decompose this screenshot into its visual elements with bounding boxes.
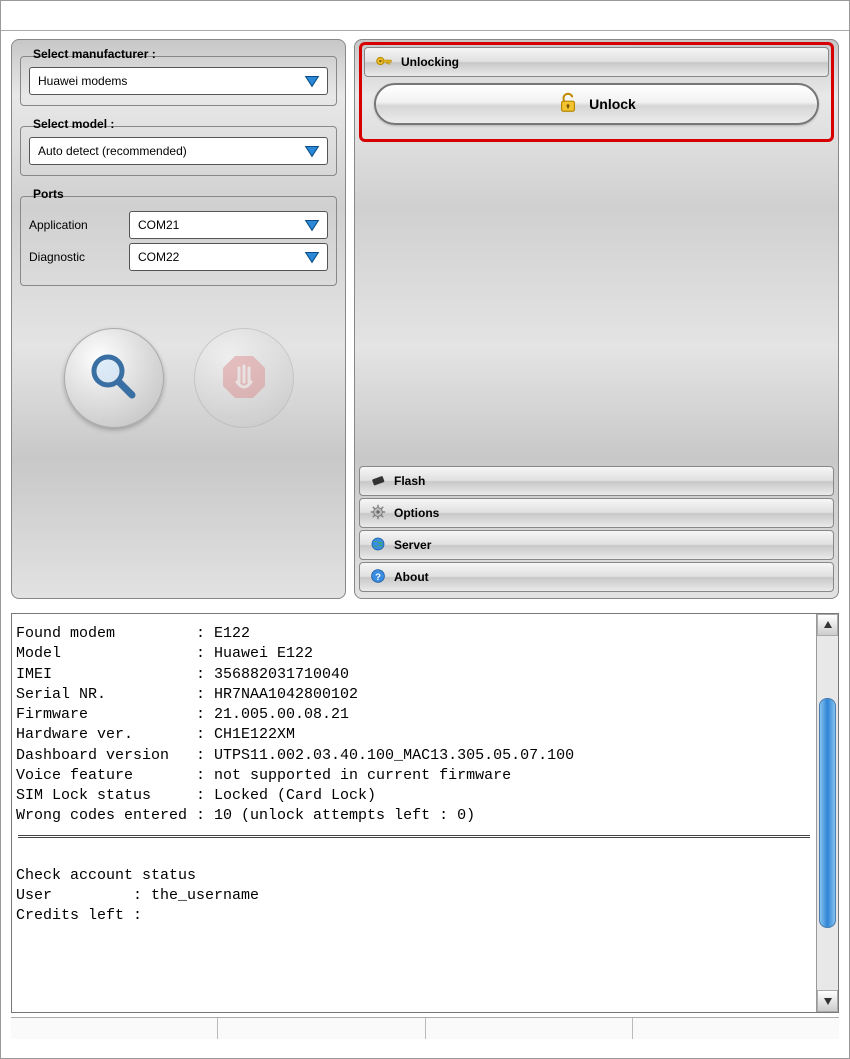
status-cell-2 <box>218 1018 425 1039</box>
status-cell-1 <box>11 1018 218 1039</box>
main-area: Select manufacturer : Huawei modems Sele… <box>1 31 849 607</box>
server-label: Server <box>394 538 431 552</box>
log-scrollbar[interactable] <box>816 614 838 1012</box>
question-icon: ? <box>370 568 386 587</box>
scroll-up-button[interactable] <box>817 614 838 636</box>
unlocking-body <box>359 142 834 460</box>
action-buttons <box>20 328 337 428</box>
flash-header[interactable]: Flash <box>359 466 834 496</box>
globe-icon <box>370 536 386 555</box>
options-header[interactable]: Options <box>359 498 834 528</box>
gear-icon <box>370 504 386 523</box>
options-label: Options <box>394 506 439 520</box>
search-button[interactable] <box>64 328 164 428</box>
unlocking-section-highlight: Unlocking Unlock <box>359 42 834 142</box>
scroll-down-button[interactable] <box>817 990 838 1012</box>
port-diagnostic-row: Diagnostic COM22 <box>29 243 328 271</box>
manufacturer-label: Select manufacturer : <box>29 47 160 61</box>
about-header[interactable]: ? About <box>359 562 834 592</box>
chevron-down-icon <box>303 72 321 90</box>
status-cell-3 <box>426 1018 633 1039</box>
scroll-thumb[interactable] <box>819 698 836 928</box>
about-label: About <box>394 570 429 584</box>
left-panel: Select manufacturer : Huawei modems Sele… <box>11 39 346 599</box>
unlock-button[interactable]: Unlock <box>374 83 819 125</box>
model-dropdown[interactable]: Auto detect (recommended) <box>29 137 328 165</box>
chip-icon <box>370 472 386 491</box>
port-diagnostic-value: COM22 <box>138 250 179 264</box>
chevron-down-icon <box>303 142 321 160</box>
stop-hand-icon <box>219 352 269 405</box>
model-label: Select model : <box>29 117 118 131</box>
key-icon <box>375 52 393 73</box>
manufacturer-dropdown[interactable]: Huawei modems <box>29 67 328 95</box>
status-cell-4 <box>633 1018 839 1039</box>
chevron-down-icon <box>303 248 321 266</box>
magnifier-icon <box>86 349 142 408</box>
unlocking-header-label: Unlocking <box>401 55 459 69</box>
unlock-padlock-icon <box>557 92 579 117</box>
chevron-down-icon <box>303 216 321 234</box>
manufacturer-group: Select manufacturer : Huawei modems <box>20 56 337 106</box>
right-panel: Unlocking Unlock F <box>354 39 839 599</box>
log-text[interactable]: Found modem : E122 Model : Huawei E122 I… <box>12 614 816 1012</box>
model-group: Select model : Auto detect (recommended) <box>20 126 337 176</box>
ports-label: Ports <box>29 187 68 201</box>
unlocking-header[interactable]: Unlocking <box>364 47 829 77</box>
ports-group: Ports Application COM21 Diagnostic COM22 <box>20 196 337 286</box>
accordion-bottom: Flash Options <box>355 464 838 598</box>
port-application-dropdown[interactable]: COM21 <box>129 211 328 239</box>
svg-text:?: ? <box>375 572 381 583</box>
status-bar <box>11 1017 839 1039</box>
port-application-row: Application COM21 <box>29 211 328 239</box>
top-toolbar <box>1 1 849 31</box>
port-application-value: COM21 <box>138 218 179 232</box>
port-diagnostic-label: Diagnostic <box>29 250 119 264</box>
stop-button <box>194 328 294 428</box>
port-diagnostic-dropdown[interactable]: COM22 <box>129 243 328 271</box>
port-application-label: Application <box>29 218 119 232</box>
manufacturer-value: Huawei modems <box>38 74 127 88</box>
flash-label: Flash <box>394 474 425 488</box>
model-value: Auto detect (recommended) <box>38 144 187 158</box>
server-header[interactable]: Server <box>359 530 834 560</box>
unlock-button-label: Unlock <box>589 96 636 112</box>
log-panel: Found modem : E122 Model : Huawei E122 I… <box>11 613 839 1013</box>
